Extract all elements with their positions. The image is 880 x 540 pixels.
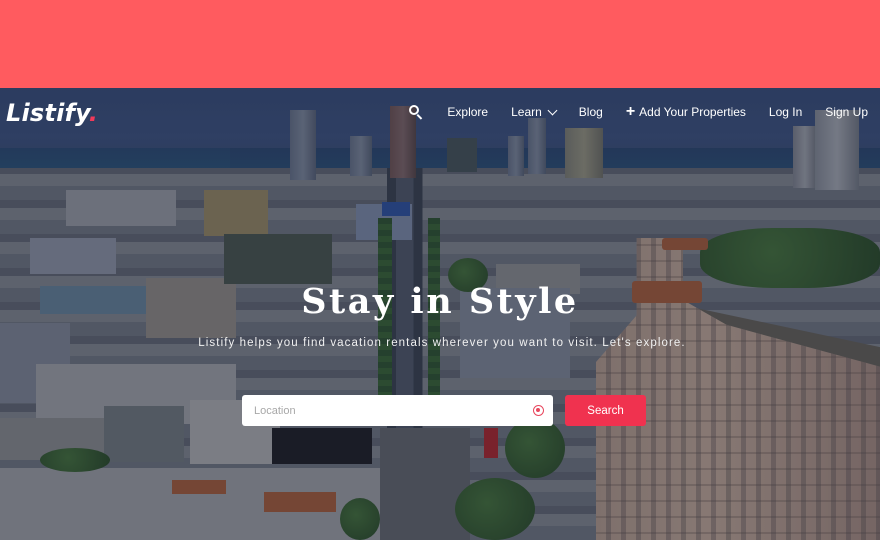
logo-dot: . [88,99,99,127]
hero-subtitle: Listify helps you find vacation rentals … [198,337,686,349]
nav-item-add-your-properties[interactable]: + Add Your Properties [625,103,746,120]
nav-item-sign-up[interactable]: Sign Up [825,105,868,119]
target-icon[interactable] [533,405,544,416]
nav-item-blog[interactable]: Blog [579,105,603,119]
nav-item-label: Blog [578,105,603,119]
top-navigation: Listify. Explore Learn Blog + Add Your P… [0,88,880,140]
nav-item-explore[interactable]: Explore [447,105,488,119]
nav-item-label: Explore [447,105,489,119]
location-search-field [242,395,553,426]
logo[interactable]: Listify. [6,99,98,127]
plus-icon: + [625,103,636,120]
nav-item-label: Log In [768,105,803,119]
nav-item-label: Learn [511,105,542,119]
nav-item-log-in[interactable]: Log In [769,105,802,119]
hero-title: Stay in Style [301,281,579,322]
hero-section: Listify. Explore Learn Blog + Add Your P… [0,88,880,540]
top-color-band [0,0,880,88]
search-icon[interactable] [408,104,424,120]
search-button[interactable]: Search [565,395,646,426]
chevron-down-icon [547,105,558,115]
nav-links: Explore Learn Blog + Add Your Properties… [408,104,868,120]
nav-item-label: Add Your Properties [639,105,746,119]
nav-item-label: Sign Up [825,105,868,119]
logo-text: Listify [6,99,89,127]
location-input[interactable] [242,395,553,426]
nav-item-learn[interactable]: Learn [511,105,558,119]
